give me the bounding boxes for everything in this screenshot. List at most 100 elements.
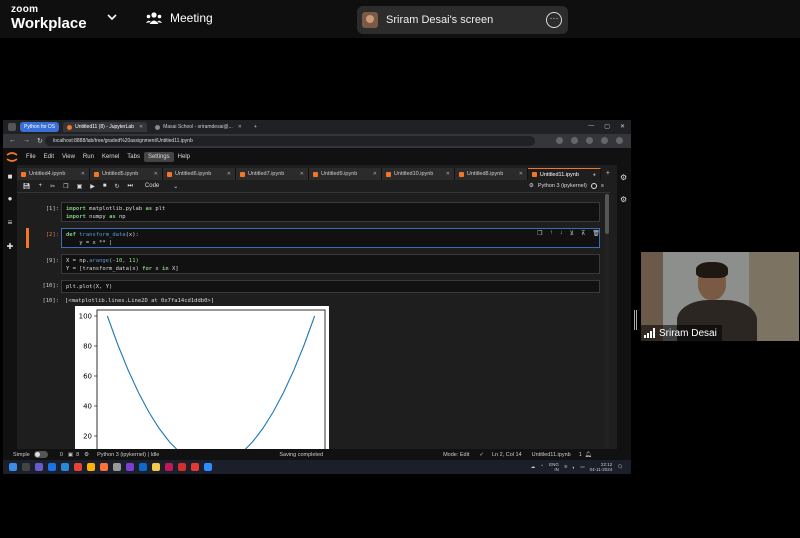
browser-tab-masai[interactable]: Masai School - sriramdesai@... ✕	[151, 122, 246, 132]
extensions-icon[interactable]: ✚	[6, 243, 14, 251]
stop-icon[interactable]: ■	[103, 183, 107, 189]
close-icon[interactable]: ✕	[154, 171, 158, 177]
notifications-icon[interactable]: 🗨︎	[617, 464, 623, 470]
close-icon[interactable]: ✕	[81, 171, 85, 177]
copilot-icon[interactable]	[35, 463, 43, 471]
volume-icon[interactable]: 🔈︎	[573, 465, 576, 470]
menu-view[interactable]: View	[58, 152, 79, 162]
folder-app-icon[interactable]	[152, 463, 160, 471]
chrome-icon[interactable]	[74, 463, 82, 471]
participant-video[interactable]: Sriram Desai	[641, 252, 799, 341]
notification-count[interactable]: 1	[579, 452, 582, 458]
edge-icon[interactable]	[61, 463, 69, 471]
delete-cell-icon[interactable]: 🗑︎	[592, 230, 600, 237]
tab-untitled4[interactable]: Untitled4.ipynb ✕	[17, 168, 90, 180]
bell-icon[interactable]: 🔔︎	[585, 452, 592, 458]
close-icon[interactable]: ✕	[227, 171, 231, 177]
close-icon[interactable]: ✕	[373, 171, 377, 177]
reload-icon[interactable]: ↻	[37, 137, 43, 145]
pdf-icon[interactable]	[178, 463, 186, 471]
new-tab-icon[interactable]: +	[250, 122, 261, 132]
meeting-menu[interactable]: Meeting	[146, 11, 213, 25]
kernel-status[interactable]: Python 3 (ipykernel) | Idle	[97, 452, 159, 458]
browser-app-icon[interactable]	[48, 463, 56, 471]
minimize-icon[interactable]: —	[588, 123, 594, 130]
address-input[interactable]: localhost:8888/lab/tree/graded%20assignm…	[45, 136, 535, 146]
cell-type-select[interactable]: Code ⌄	[145, 183, 178, 190]
bookmark-icon[interactable]	[571, 137, 578, 144]
tray-chevron-icon[interactable]: ⌃	[540, 464, 544, 470]
close-icon[interactable]: ✕	[519, 171, 523, 177]
running-kernels-icon[interactable]: ●	[6, 195, 14, 203]
cursor-position[interactable]: Ln 2, Col 14	[492, 452, 522, 458]
move-down-icon[interactable]: ↓	[560, 230, 563, 237]
menu-file[interactable]: File	[22, 152, 40, 162]
kernel-indicator[interactable]: ⚙ Python 3 (ipykernel) ≡	[529, 183, 604, 189]
cut-icon[interactable]: ✂	[50, 183, 55, 190]
move-up-icon[interactable]: ↑	[550, 230, 553, 237]
tab-group-label[interactable]: Python for DS	[20, 122, 60, 132]
tab-untitled5[interactable]: Untitled5.ipynb ✕	[89, 168, 163, 180]
folder-icon[interactable]: ■	[6, 173, 14, 181]
save-icon[interactable]: 💾︎	[23, 183, 31, 190]
insert-below-icon[interactable]: ⊼	[581, 230, 585, 237]
word-icon[interactable]	[139, 463, 147, 471]
cell-input[interactable]: def transform_data(x): y = x ** |	[61, 228, 600, 248]
debugger-icon[interactable]: ⚙	[620, 195, 627, 204]
cell-input[interactable]: import matplotlib.pylab as plt import nu…	[61, 202, 600, 222]
close-window-icon[interactable]: ✕	[620, 123, 625, 130]
forward-icon[interactable]: →	[23, 137, 30, 145]
wifi-icon[interactable]: ≋	[564, 464, 568, 470]
run-icon[interactable]: ▶	[90, 183, 95, 190]
maximize-icon[interactable]: ▢	[604, 123, 610, 130]
close-icon[interactable]: ✕	[446, 171, 450, 177]
notebook-scrollbar[interactable]	[605, 194, 609, 449]
tab-untitled7[interactable]: Untitled7.ipynb ✕	[235, 168, 309, 180]
app-red-icon[interactable]	[191, 463, 199, 471]
menu-settings[interactable]: Settings	[143, 151, 174, 162]
zoom-icon[interactable]	[556, 137, 563, 144]
file-explorer-icon[interactable]	[87, 463, 95, 471]
back-icon[interactable]: ←	[9, 137, 16, 145]
chevron-down-icon[interactable]	[106, 11, 118, 23]
close-tab-icon[interactable]: ✕	[139, 124, 143, 130]
property-inspector-icon[interactable]: ⚙	[620, 173, 627, 182]
browser-tab-jupyterlab[interactable]: Untitled11 (8) - JupyterLab ✕	[63, 122, 148, 132]
browser-menu-icon[interactable]	[8, 123, 16, 131]
menu-edit[interactable]: Edit	[40, 152, 58, 162]
extension-icon[interactable]	[586, 137, 593, 144]
copy-icon[interactable]: ❐	[63, 183, 68, 190]
menu-help[interactable]: Help	[174, 152, 194, 162]
add-cell-icon[interactable]: +	[39, 183, 43, 189]
tab-untitled10[interactable]: Untitled10.ipynb ✕	[381, 168, 455, 180]
simple-mode-toggle[interactable]	[33, 451, 48, 458]
media-icon[interactable]	[165, 463, 173, 471]
menu-icon[interactable]: ≡	[601, 183, 604, 189]
language-indicator[interactable]: ENG IN	[549, 462, 559, 472]
tab-untitled6[interactable]: Untitled6.ipynb ✕	[162, 168, 236, 180]
editor-mode[interactable]: Mode: Edit	[443, 452, 469, 458]
tray-cloud-icon[interactable]: ☁	[531, 464, 536, 470]
screen-share-pill[interactable]: Sriram Desai's screen ···	[357, 6, 568, 34]
browser-more-icon[interactable]	[616, 137, 623, 144]
battery-icon[interactable]: ▭	[580, 464, 584, 470]
search-icon[interactable]	[22, 463, 30, 471]
vs-icon[interactable]	[126, 463, 134, 471]
close-tab-icon[interactable]: ✕	[238, 124, 242, 130]
cell-input[interactable]: X = np.arange(-10, 11) Y = [transform_da…	[61, 254, 600, 274]
close-icon[interactable]: ✕	[300, 171, 304, 177]
firefox-icon[interactable]	[100, 463, 108, 471]
terminals-count[interactable]: 0	[60, 452, 63, 458]
unsaved-dot-icon[interactable]: ●	[593, 172, 596, 178]
menu-tabs[interactable]: Tabs	[123, 152, 144, 162]
resize-handle[interactable]	[634, 310, 637, 330]
windows-start-icon[interactable]	[9, 463, 17, 471]
app-icon[interactable]	[113, 463, 121, 471]
kernels-count[interactable]: 8	[76, 452, 79, 458]
scrollbar-thumb[interactable]	[605, 194, 609, 234]
cell-input[interactable]: plt.plot(X, Y)	[61, 280, 600, 293]
fast-forward-icon[interactable]: ⏭	[128, 183, 133, 190]
profile-icon[interactable]	[601, 137, 608, 144]
table-of-contents-icon[interactable]: ≡	[6, 219, 14, 227]
duplicate-cell-icon[interactable]: ❐	[537, 230, 542, 237]
